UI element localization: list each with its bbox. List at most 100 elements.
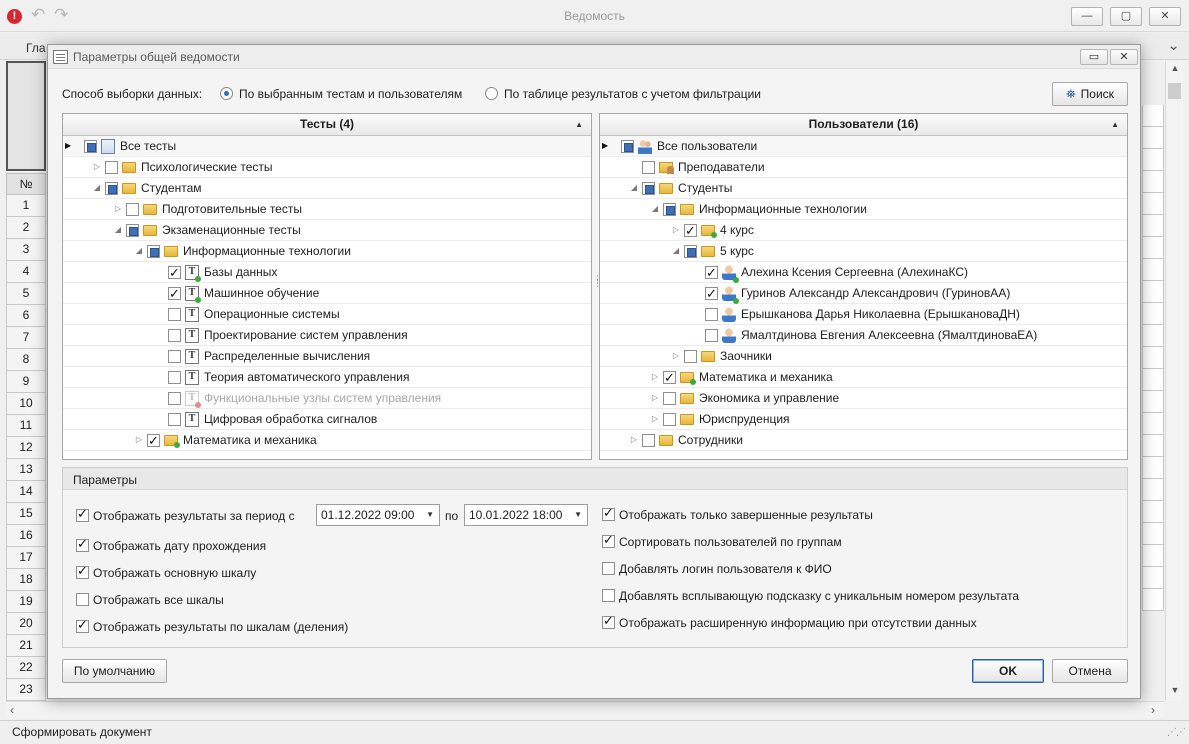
option-label[interactable]: Добавлять всплывающую подсказку с уникал… bbox=[619, 589, 1019, 603]
tree-node-label[interactable]: Юриспруденция bbox=[699, 409, 790, 429]
tree-node-label[interactable]: Ерышканова Дарья Николаевна (ЕрышкановаД… bbox=[741, 304, 1020, 324]
tree-node-label[interactable]: Ямалтдинова Евгения Алексеевна (Ямалтдин… bbox=[741, 325, 1037, 345]
option-label[interactable]: Отображать только завершенные результаты bbox=[619, 508, 873, 522]
tree-node-label[interactable]: Информационные технологии bbox=[183, 241, 351, 261]
tree-node-label[interactable]: Алехина Ксения Сергеевна (АлехинаКС) bbox=[741, 262, 968, 282]
grid-cell[interactable] bbox=[1142, 347, 1164, 369]
tree-node-label[interactable]: Информационные технологии bbox=[699, 199, 867, 219]
grid-cell[interactable] bbox=[1142, 259, 1164, 281]
grid-cell[interactable] bbox=[1142, 413, 1164, 435]
users-tree-row[interactable]: ▷ Заочники bbox=[600, 346, 1127, 367]
tree-checkbox[interactable] bbox=[642, 182, 655, 195]
tree-node-label[interactable]: Экзаменационные тесты bbox=[162, 220, 301, 240]
tree-node-label[interactable]: Цифровая обработка сигналов bbox=[204, 409, 377, 429]
radio-selected-tests-users-label[interactable]: По выбранным тестам и пользователям bbox=[239, 87, 462, 101]
tree-node-label[interactable]: Психологические тесты bbox=[141, 157, 273, 177]
radio-selected-tests-users[interactable] bbox=[220, 87, 233, 100]
tests-tree-header[interactable]: Тесты (4) ▲ bbox=[63, 114, 591, 136]
tree-node-label[interactable]: Математика и механика bbox=[699, 367, 833, 387]
tests-tree-row[interactable]: T Теория автоматического управления bbox=[63, 367, 591, 388]
tree-checkbox[interactable] bbox=[684, 221, 697, 241]
tree-node-label[interactable]: Заочники bbox=[720, 346, 772, 366]
period-label[interactable]: Отображать результаты за период с bbox=[93, 509, 295, 523]
vertical-scrollbar[interactable]: ▲ ▼ bbox=[1165, 61, 1183, 701]
grid-row-number[interactable]: 15 bbox=[6, 503, 46, 525]
expand-icon[interactable]: ▷ bbox=[670, 220, 682, 240]
tree-checkbox[interactable] bbox=[705, 284, 718, 304]
grid-row-number[interactable]: 21 bbox=[6, 635, 46, 657]
grid-row-number[interactable]: 5 bbox=[6, 283, 46, 305]
close-button[interactable]: ✕ bbox=[1149, 7, 1181, 26]
dialog-maximize-button[interactable]: ▭ bbox=[1080, 49, 1108, 65]
grid-cell[interactable] bbox=[1142, 127, 1164, 149]
grid-cell[interactable] bbox=[1142, 589, 1164, 611]
option-checkbox[interactable] bbox=[602, 589, 615, 602]
collapse-icon[interactable]: ◢ bbox=[91, 178, 103, 198]
tree-checkbox[interactable] bbox=[168, 413, 181, 426]
grid-row-number[interactable]: 9 bbox=[6, 371, 46, 393]
option-label[interactable]: Сортировать пользователей по группам bbox=[619, 535, 842, 549]
tests-tree-row[interactable]: T Цифровая обработка сигналов bbox=[63, 409, 591, 430]
scroll-thumb[interactable] bbox=[1168, 83, 1181, 99]
tree-checkbox[interactable] bbox=[168, 284, 181, 304]
option-checkbox[interactable] bbox=[76, 536, 89, 552]
tree-checkbox[interactable] bbox=[168, 263, 181, 283]
tree-node-label[interactable]: Гуринов Александр Александрович (Гуринов… bbox=[741, 283, 1010, 303]
tree-checkbox[interactable] bbox=[105, 161, 118, 174]
tree-node-label[interactable]: Все пользователи bbox=[657, 136, 757, 156]
grid-cell[interactable] bbox=[1142, 281, 1164, 303]
option-checkbox[interactable] bbox=[76, 593, 89, 606]
option-checkbox[interactable] bbox=[76, 563, 89, 579]
tree-checkbox[interactable] bbox=[147, 431, 160, 451]
grid-row-number[interactable]: 18 bbox=[6, 569, 46, 591]
option-label[interactable]: Отображать расширенную информацию при от… bbox=[619, 616, 977, 630]
tests-tree-row[interactable]: T Распределенные вычисления bbox=[63, 346, 591, 367]
grid-cell[interactable] bbox=[1142, 215, 1164, 237]
tests-tree-row[interactable]: TМашинное обучение bbox=[63, 283, 591, 304]
expand-icon[interactable]: ▷ bbox=[628, 430, 640, 450]
ok-button[interactable]: OK bbox=[972, 659, 1044, 683]
expand-icon[interactable]: ▷ bbox=[649, 367, 661, 387]
search-button[interactable]: ⛯ Поиск bbox=[1052, 82, 1128, 106]
grid-cell[interactable] bbox=[1142, 369, 1164, 391]
grid-cell[interactable] bbox=[1142, 457, 1164, 479]
grid-row-number[interactable]: 4 bbox=[6, 261, 46, 283]
grid-cell[interactable] bbox=[1142, 237, 1164, 259]
grid-cell[interactable] bbox=[1142, 391, 1164, 413]
users-tree-row[interactable]: ▷ Сотрудники bbox=[600, 430, 1127, 451]
tree-checkbox[interactable] bbox=[684, 245, 697, 258]
users-tree-row[interactable]: ▷ Математика и механика bbox=[600, 367, 1127, 388]
users-tree-row[interactable]: Преподаватели bbox=[600, 157, 1127, 178]
users-tree-row[interactable]: Алехина Ксения Сергеевна (АлехинаКС) bbox=[600, 262, 1127, 283]
radio-results-table-filter-label[interactable]: По таблице результатов с учетом фильтрац… bbox=[504, 87, 761, 101]
expand-icon[interactable]: ▷ bbox=[112, 199, 124, 219]
users-tree-row[interactable]: Гуринов Александр Александрович (Гуринов… bbox=[600, 283, 1127, 304]
grid-row-number[interactable]: 11 bbox=[6, 415, 46, 437]
expand-icon[interactable]: ▷ bbox=[670, 346, 682, 366]
grid-row-number[interactable]: 20 bbox=[6, 613, 46, 635]
tests-tree-row[interactable]: ◢ Информационные технологии bbox=[63, 241, 591, 262]
grid-cell[interactable] bbox=[1142, 523, 1164, 545]
grid-row-number[interactable]: 3 bbox=[6, 239, 46, 261]
tree-node-label[interactable]: Математика и механика bbox=[183, 430, 317, 450]
chevron-down-icon[interactable]: ▼ bbox=[426, 505, 434, 525]
tree-node-label[interactable]: 4 курс bbox=[720, 220, 754, 240]
scroll-right-icon[interactable]: › bbox=[1151, 703, 1155, 717]
default-button[interactable]: По умолчанию bbox=[62, 659, 167, 683]
tree-node-label[interactable]: Машинное обучение bbox=[204, 283, 319, 303]
option-checkbox[interactable] bbox=[602, 613, 615, 629]
grid-row-number[interactable]: 2 bbox=[6, 217, 46, 239]
tree-node-label[interactable]: Функциональные узлы систем управления bbox=[204, 388, 441, 408]
tests-tree-row[interactable]: ▶ Все тесты bbox=[63, 136, 591, 157]
grid-cell[interactable] bbox=[1142, 193, 1164, 215]
grid-row-number[interactable]: 12 bbox=[6, 437, 46, 459]
cancel-button[interactable]: Отмена bbox=[1052, 659, 1128, 683]
tree-checkbox[interactable] bbox=[663, 368, 676, 388]
grid-row-number[interactable]: 6 bbox=[6, 305, 46, 327]
tree-node-label[interactable]: Студентам bbox=[141, 178, 202, 198]
collapse-icon[interactable]: ◢ bbox=[649, 199, 661, 219]
grid-row-number[interactable]: 19 bbox=[6, 591, 46, 613]
tree-checkbox[interactable] bbox=[684, 350, 697, 363]
tree-checkbox[interactable] bbox=[663, 392, 676, 405]
option-label[interactable]: Отображать дату прохождения bbox=[93, 539, 266, 553]
